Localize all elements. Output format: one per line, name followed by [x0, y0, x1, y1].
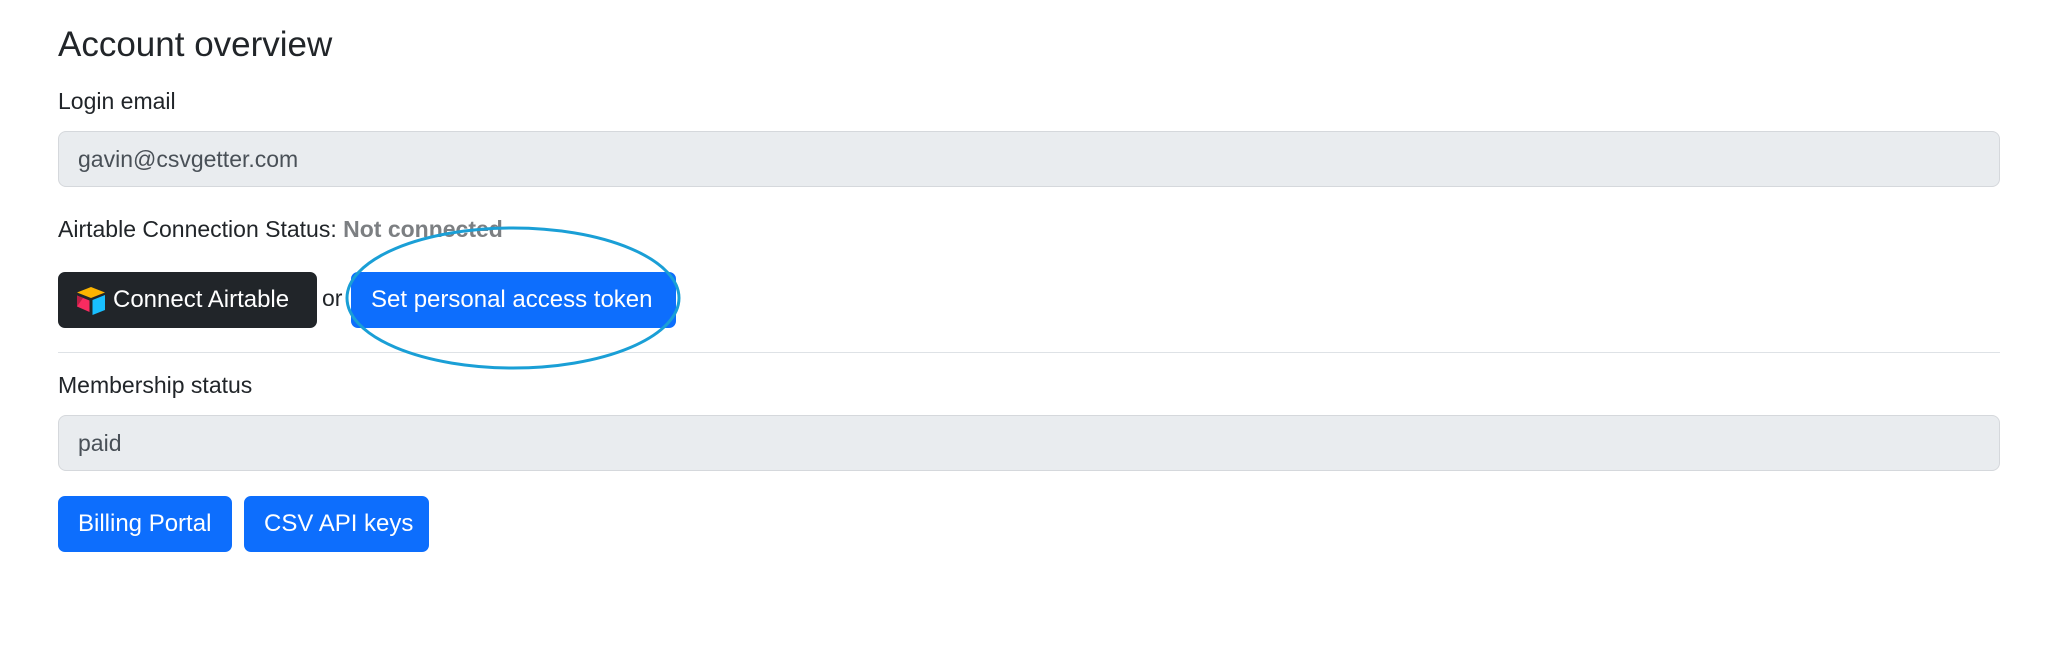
connect-airtable-label: Connect Airtable: [113, 286, 290, 313]
billing-portal-label: Billing Portal: [78, 510, 212, 537]
membership-status-label: Membership status: [58, 372, 253, 398]
login-email-field[interactable]: gavin@csvgetter.com: [58, 131, 2000, 187]
page-title: Account overview: [58, 25, 333, 64]
billing-portal-button[interactable]: Billing Portal: [58, 496, 232, 552]
airtable-status-value: Not connected: [343, 216, 503, 242]
set-token-label: Set personal access token: [371, 286, 653, 313]
airtable-connection-status: Airtable Connection Status: Not connecte…: [58, 214, 503, 244]
membership-status-field[interactable]: paid: [58, 415, 2000, 471]
csv-api-keys-button[interactable]: CSV API keys: [244, 496, 429, 552]
csv-api-keys-label: CSV API keys: [264, 510, 414, 537]
account-page: Account overview Login email gavin@csvge…: [0, 0, 2048, 671]
section-divider: [58, 352, 2000, 353]
login-email-label: Login email: [58, 88, 176, 114]
set-personal-access-token-button[interactable]: Set personal access token: [351, 272, 676, 328]
connect-airtable-button[interactable]: Connect Airtable: [58, 272, 317, 328]
airtable-status-label: Airtable Connection Status:: [58, 216, 337, 242]
or-separator-text: or: [322, 285, 343, 311]
airtable-logo-icon: [77, 287, 105, 315]
